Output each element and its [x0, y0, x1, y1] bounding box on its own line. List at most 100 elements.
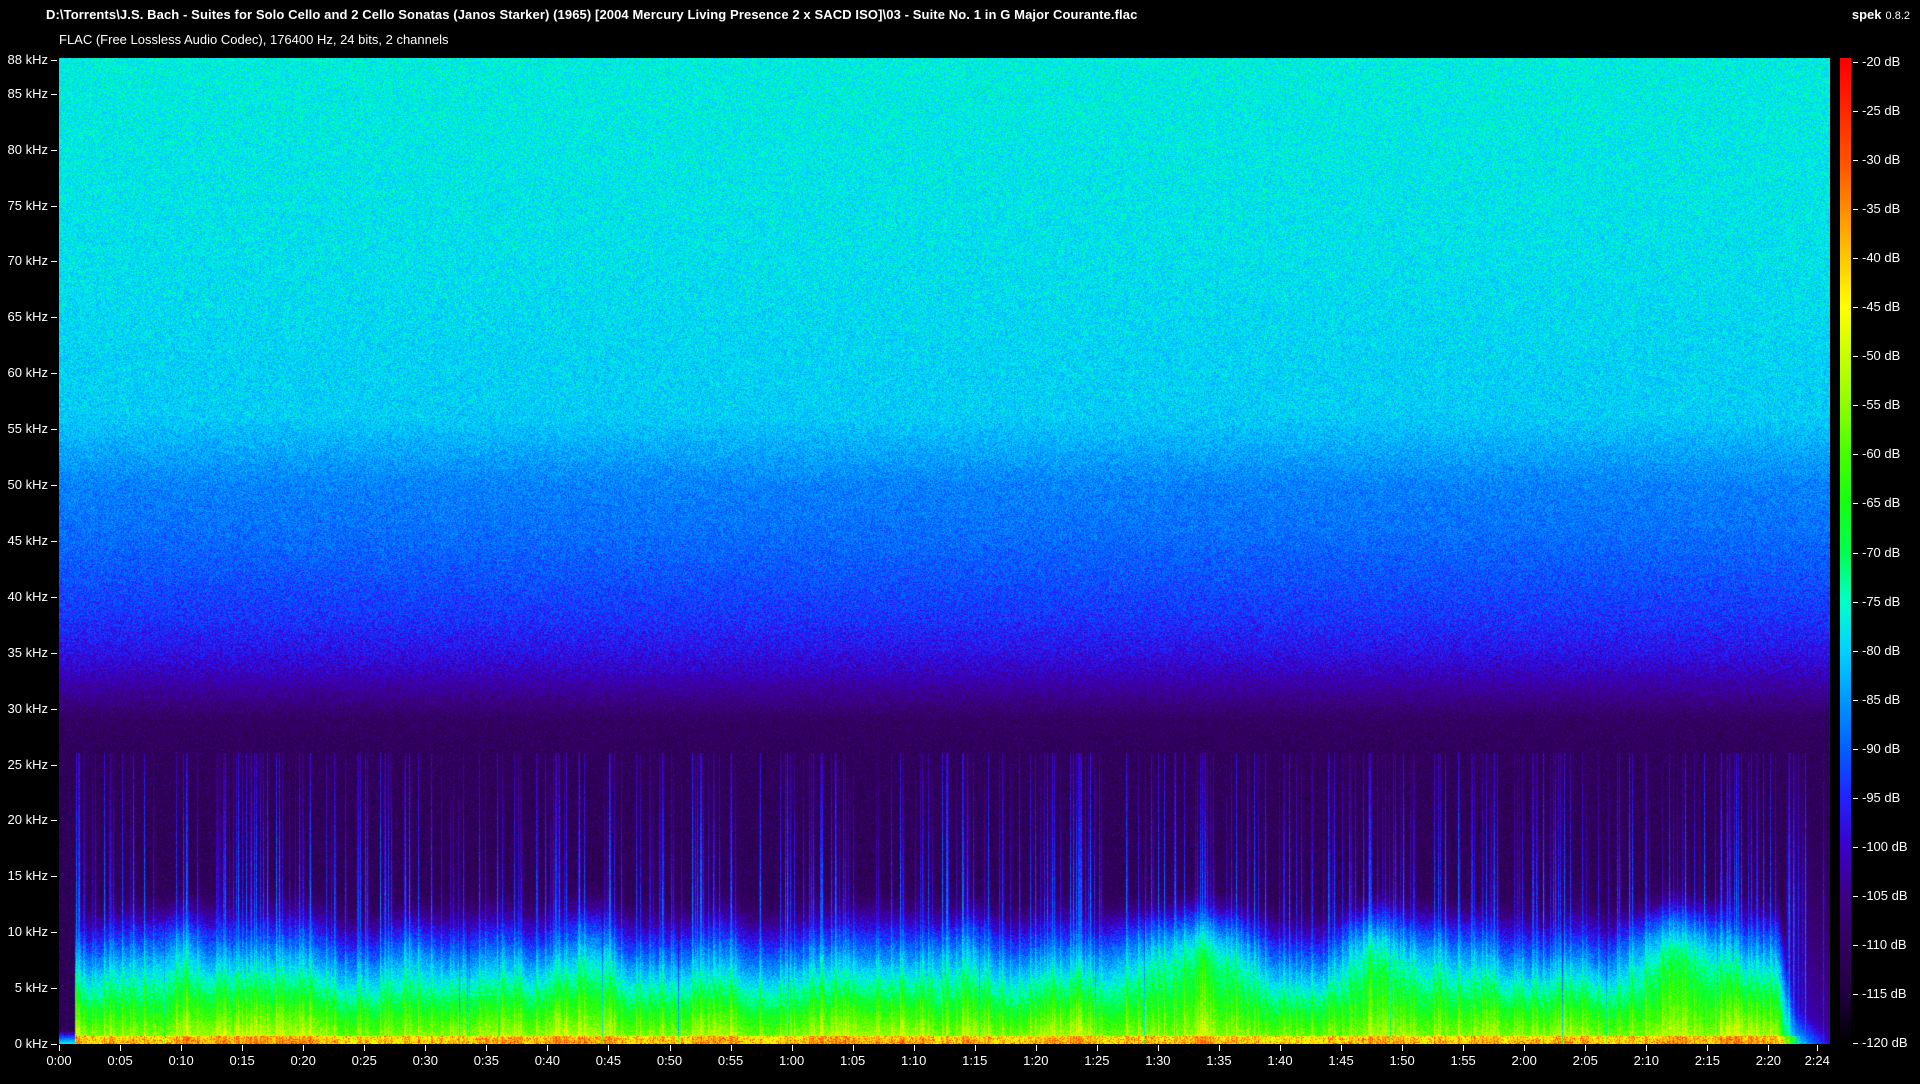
db-tick-mark: [1853, 748, 1858, 750]
db-tick-mark: [1853, 1043, 1858, 1044]
freq-tick-label: 15 kHz: [7, 868, 48, 884]
freq-tick-mark: [51, 652, 57, 654]
freq-tick-label: 80 kHz: [7, 141, 48, 157]
freq-tick-label: 25 kHz: [7, 756, 48, 772]
time-tick-mark: [608, 1045, 610, 1051]
freq-tick-mark: [51, 764, 57, 766]
time-tick-mark: [730, 1045, 732, 1051]
time-tick-label: 0:40: [534, 1053, 561, 1068]
time-tick-label: 1:35: [1206, 1053, 1232, 1068]
time-tick-mark: [1096, 1045, 1098, 1051]
db-tick-label: -25 dB: [1862, 103, 1901, 119]
db-tick-mark: [1853, 846, 1858, 848]
db-tick-mark: [1853, 209, 1858, 211]
time-tick-mark: [425, 1045, 427, 1051]
time-tick-mark: [974, 1045, 976, 1051]
freq-tick-label: 0 kHz: [14, 1036, 48, 1051]
db-tick-label: -100 dB: [1862, 838, 1908, 854]
freq-tick-mark: [51, 876, 57, 878]
time-tick-mark: [1341, 1045, 1343, 1051]
time-tick-mark: [1035, 1045, 1037, 1051]
time-tick-mark: [1646, 1045, 1648, 1051]
freq-tick-label: 35 kHz: [7, 644, 48, 660]
freq-tick-label: 40 kHz: [7, 588, 48, 604]
db-tick-label: -85 dB: [1862, 691, 1901, 707]
db-tick-label: -65 dB: [1862, 495, 1901, 511]
time-tick-mark: [1218, 1045, 1220, 1051]
db-tick-mark: [1853, 111, 1858, 113]
freq-tick-mark: [51, 932, 57, 934]
time-tick-label: 2:15: [1694, 1053, 1720, 1068]
freq-tick-mark: [51, 429, 57, 431]
time-tick-mark: [120, 1045, 122, 1051]
freq-tick-label: 10 kHz: [7, 924, 48, 940]
db-tick-label: -75 dB: [1862, 593, 1901, 609]
time-tick-label: 1:30: [1145, 1053, 1171, 1068]
freq-tick-label: 88 kHz: [7, 52, 48, 68]
db-tick-mark: [1853, 993, 1858, 995]
db-tick-label: -40 dB: [1862, 250, 1901, 266]
freq-tick-mark: [51, 149, 57, 151]
freq-tick-mark: [51, 373, 57, 375]
db-tick-label: -90 dB: [1862, 740, 1901, 756]
app-version: 0.8.2: [1885, 10, 1910, 22]
db-tick-label: -120 dB: [1862, 1035, 1908, 1050]
db-tick-mark: [1853, 454, 1858, 456]
time-tick-label: 0:00: [46, 1053, 72, 1068]
freq-tick-label: 70 kHz: [7, 253, 48, 269]
db-tick-mark: [1853, 62, 1858, 63]
time-tick-mark: [1157, 1045, 1159, 1051]
freq-tick-label: 30 kHz: [7, 700, 48, 716]
time-tick-label: 2:24: [1804, 1053, 1830, 1068]
freq-tick-mark: [51, 596, 57, 598]
freq-tick-mark: [51, 820, 57, 822]
db-tick-mark: [1853, 307, 1858, 309]
freq-tick-mark: [51, 317, 57, 319]
time-tick-mark: [1585, 1045, 1587, 1051]
freq-tick-label: 65 kHz: [7, 309, 48, 325]
db-tick-mark: [1853, 258, 1858, 260]
db-tick-mark: [1853, 356, 1858, 358]
app-name: spek: [1851, 7, 1882, 22]
db-tick-mark: [1853, 405, 1858, 407]
time-tick-mark: [1463, 1045, 1465, 1051]
time-tick-label: 0:50: [656, 1053, 683, 1068]
db-tick-label: -35 dB: [1862, 201, 1901, 217]
freq-tick-label: 50 kHz: [7, 477, 48, 493]
db-tick-label: -55 dB: [1862, 397, 1901, 413]
time-tick-label: 1:45: [1328, 1053, 1354, 1068]
time-tick-label: 1:50: [1389, 1053, 1415, 1068]
time-tick-label: 1:05: [839, 1053, 866, 1068]
freq-tick-label: 85 kHz: [7, 85, 48, 101]
time-tick-label: 0:10: [168, 1053, 194, 1068]
db-tick-label: -80 dB: [1862, 642, 1901, 658]
time-tick-mark: [181, 1045, 183, 1051]
time-tick-label: 2:00: [1511, 1053, 1537, 1068]
time-tick-mark: [913, 1045, 915, 1051]
freq-tick-label: 60 kHz: [7, 365, 48, 381]
freq-tick-mark: [51, 485, 57, 487]
db-tick-label: -110 dB: [1862, 936, 1907, 952]
freq-tick-mark: [51, 261, 57, 263]
audio-format-info: FLAC (Free Lossless Audio Codec), 176400…: [59, 32, 449, 47]
app-brand: spek 0.8.2: [1852, 7, 1910, 22]
db-tick-label: -20 dB: [1862, 54, 1901, 69]
time-tick-mark: [486, 1045, 488, 1051]
db-tick-label: -115 dB: [1862, 985, 1907, 1001]
time-tick-mark: [791, 1045, 793, 1051]
time-tick-mark: [242, 1045, 244, 1051]
db-tick-label: -70 dB: [1862, 544, 1901, 560]
db-tick-mark: [1853, 797, 1858, 799]
time-tick-label: 0:15: [229, 1053, 255, 1068]
freq-tick-mark: [51, 708, 57, 710]
spek-window: D:\Torrents\J.S. Bach - Suites for Solo …: [0, 0, 1920, 1084]
time-tick-mark: [1707, 1045, 1709, 1051]
time-tick-label: 0:35: [473, 1053, 499, 1068]
time-tick-mark: [1768, 1045, 1770, 1051]
time-tick-label: 1:15: [962, 1053, 988, 1068]
time-tick-label: 2:10: [1633, 1053, 1659, 1068]
time-tick-label: 0:20: [290, 1053, 316, 1068]
freq-tick-mark: [51, 988, 57, 990]
time-tick-label: 1:40: [1267, 1053, 1293, 1068]
time-tick-mark: [1524, 1045, 1526, 1051]
